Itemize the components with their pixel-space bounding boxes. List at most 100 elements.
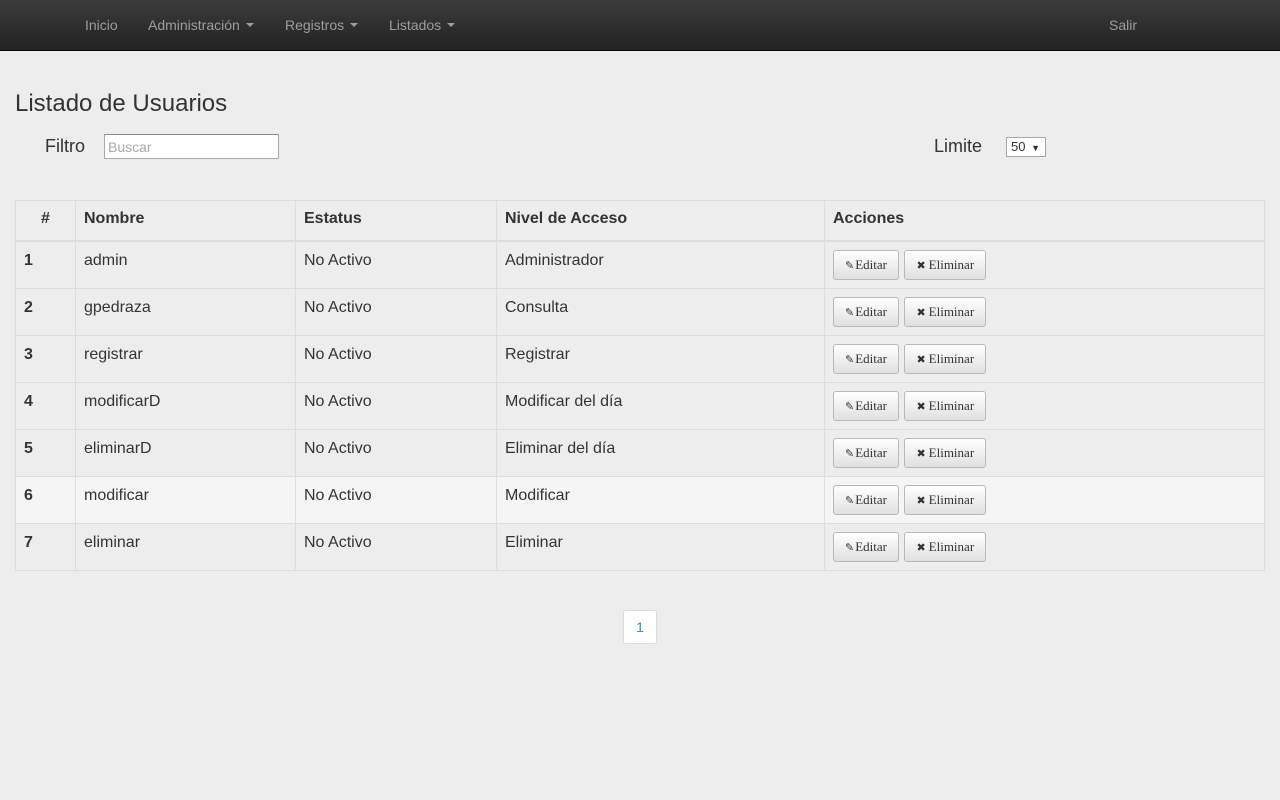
row-nivel-acceso: Modificar	[496, 475, 825, 524]
row-number: 5	[15, 428, 76, 477]
table-row: 5 eliminarD No Activo Eliminar del día ✎…	[15, 428, 1265, 477]
nav-registros-label: Registros	[285, 17, 345, 33]
edit-icon: ✎	[845, 493, 855, 507]
logout-label: Salir	[1109, 17, 1138, 33]
edit-button-label: Editar	[855, 538, 887, 554]
edit-button-label: Editar	[855, 256, 887, 272]
row-acciones: ✎Editar ✖ Eliminar	[824, 522, 1265, 571]
row-estatus: No Activo	[295, 475, 497, 524]
nav-administracion-dropdown[interactable]: Administración	[148, 0, 254, 50]
table-row: 4 modificarD No Activo Modificar del día…	[15, 381, 1265, 430]
page-title: Listado de Usuarios	[15, 90, 228, 117]
caret-down-icon	[447, 23, 456, 28]
pagination-page-1[interactable]: 1	[623, 610, 657, 644]
nav-inicio-label: Inicio	[85, 17, 118, 33]
row-nombre: admin	[75, 240, 296, 289]
row-number: 7	[15, 522, 76, 571]
edit-button[interactable]: ✎Editar	[833, 531, 899, 562]
remove-icon: ✖	[916, 446, 926, 460]
delete-button-label: Eliminar	[928, 491, 975, 507]
row-nombre: registrar	[75, 334, 296, 383]
table-row: 3 registrar No Activo Registrar ✎Editar …	[15, 334, 1265, 383]
row-acciones: ✎Editar ✖ Eliminar	[824, 381, 1265, 430]
delete-button[interactable]: ✖ Eliminar	[904, 390, 987, 421]
search-input[interactable]	[104, 134, 279, 159]
top-navbar: Inicio Administración Registros Listados…	[0, 0, 1280, 51]
edit-icon: ✎	[845, 305, 855, 319]
table-row: 6 modificar No Activo Modificar ✎Editar …	[15, 475, 1265, 524]
row-acciones: ✎Editar ✖ Eliminar	[824, 240, 1265, 289]
row-nombre: gpedraza	[75, 287, 296, 336]
edit-button-label: Editar	[855, 491, 887, 507]
limit-label: Limite	[934, 136, 983, 156]
edit-icon: ✎	[845, 352, 855, 366]
delete-button[interactable]: ✖ Eliminar	[904, 249, 987, 280]
remove-icon: ✖	[916, 258, 926, 272]
delete-button[interactable]: ✖ Eliminar	[904, 343, 987, 374]
header-num: #	[15, 200, 76, 242]
row-nivel-acceso: Administrador	[496, 240, 825, 289]
header-estatus: Estatus	[295, 200, 497, 242]
row-estatus: No Activo	[295, 428, 497, 477]
row-estatus: No Activo	[295, 522, 497, 571]
nav-administracion-label: Administración	[148, 17, 240, 33]
row-nombre: modificarD	[75, 381, 296, 430]
delete-button-label: Eliminar	[928, 303, 975, 319]
header-acciones: Acciones	[824, 200, 1265, 242]
edit-icon: ✎	[845, 540, 855, 554]
delete-button-label: Eliminar	[928, 256, 975, 272]
limit-selected-value: 50	[1011, 139, 1026, 154]
delete-button[interactable]: ✖ Eliminar	[904, 296, 987, 327]
table-row: 2 gpedraza No Activo Consulta ✎Editar ✖ E…	[15, 287, 1265, 336]
row-acciones: ✎Editar ✖ Eliminar	[824, 475, 1265, 524]
delete-button[interactable]: ✖ Eliminar	[904, 531, 987, 562]
remove-icon: ✖	[916, 352, 926, 366]
row-estatus: No Activo	[295, 334, 497, 383]
filter-label: Filtro	[45, 136, 85, 156]
delete-button-label: Eliminar	[928, 350, 975, 366]
row-acciones: ✎Editar ✖ Eliminar	[824, 428, 1265, 477]
row-estatus: No Activo	[295, 287, 497, 336]
nav-inicio[interactable]: Inicio	[85, 0, 118, 50]
nav-listados-label: Listados	[389, 17, 442, 33]
edit-button[interactable]: ✎Editar	[833, 390, 899, 421]
row-number: 3	[15, 334, 76, 383]
delete-button-label: Eliminar	[928, 444, 975, 460]
caret-down-icon	[245, 23, 254, 28]
row-number: 1	[15, 240, 76, 289]
users-table: # Nombre Estatus Nivel de Acceso Accione…	[15, 200, 1265, 571]
row-nombre: eliminar	[75, 522, 296, 571]
edit-button[interactable]: ✎Editar	[833, 296, 899, 327]
limit-select[interactable]: 50 ▼	[1006, 137, 1046, 157]
delete-button-label: Eliminar	[928, 538, 975, 554]
row-estatus: No Activo	[295, 381, 497, 430]
delete-button[interactable]: ✖ Eliminar	[904, 484, 987, 515]
nav-listados-dropdown[interactable]: Listados	[389, 0, 456, 50]
edit-button-label: Editar	[855, 397, 887, 413]
edit-button-label: Editar	[855, 350, 887, 366]
row-acciones: ✎Editar ✖ Eliminar	[824, 334, 1265, 383]
edit-button[interactable]: ✎Editar	[833, 437, 899, 468]
table-header-row: # Nombre Estatus Nivel de Acceso Accione…	[15, 200, 1265, 242]
row-nivel-acceso: Registrar	[496, 334, 825, 383]
row-nivel-acceso: Consulta	[496, 287, 825, 336]
edit-button[interactable]: ✎Editar	[833, 484, 899, 515]
header-nombre: Nombre	[75, 200, 296, 242]
edit-icon: ✎	[845, 399, 855, 413]
remove-icon: ✖	[916, 399, 926, 413]
nav-registros-dropdown[interactable]: Registros	[285, 0, 359, 50]
edit-button-label: Editar	[855, 444, 887, 460]
row-estatus: No Activo	[295, 240, 497, 289]
row-nombre: modificar	[75, 475, 296, 524]
delete-button[interactable]: ✖ Eliminar	[904, 437, 987, 468]
edit-button[interactable]: ✎Editar	[833, 343, 899, 374]
edit-icon: ✎	[845, 446, 855, 460]
table-row: 1 admin No Activo Administrador ✎Editar …	[15, 240, 1265, 289]
delete-button-label: Eliminar	[928, 397, 975, 413]
remove-icon: ✖	[916, 493, 926, 507]
edit-icon: ✎	[845, 258, 855, 272]
row-number: 2	[15, 287, 76, 336]
logout-link[interactable]: Salir	[1109, 0, 1137, 50]
select-arrow-icon: ▼	[1031, 143, 1040, 153]
edit-button[interactable]: ✎Editar	[833, 249, 899, 280]
